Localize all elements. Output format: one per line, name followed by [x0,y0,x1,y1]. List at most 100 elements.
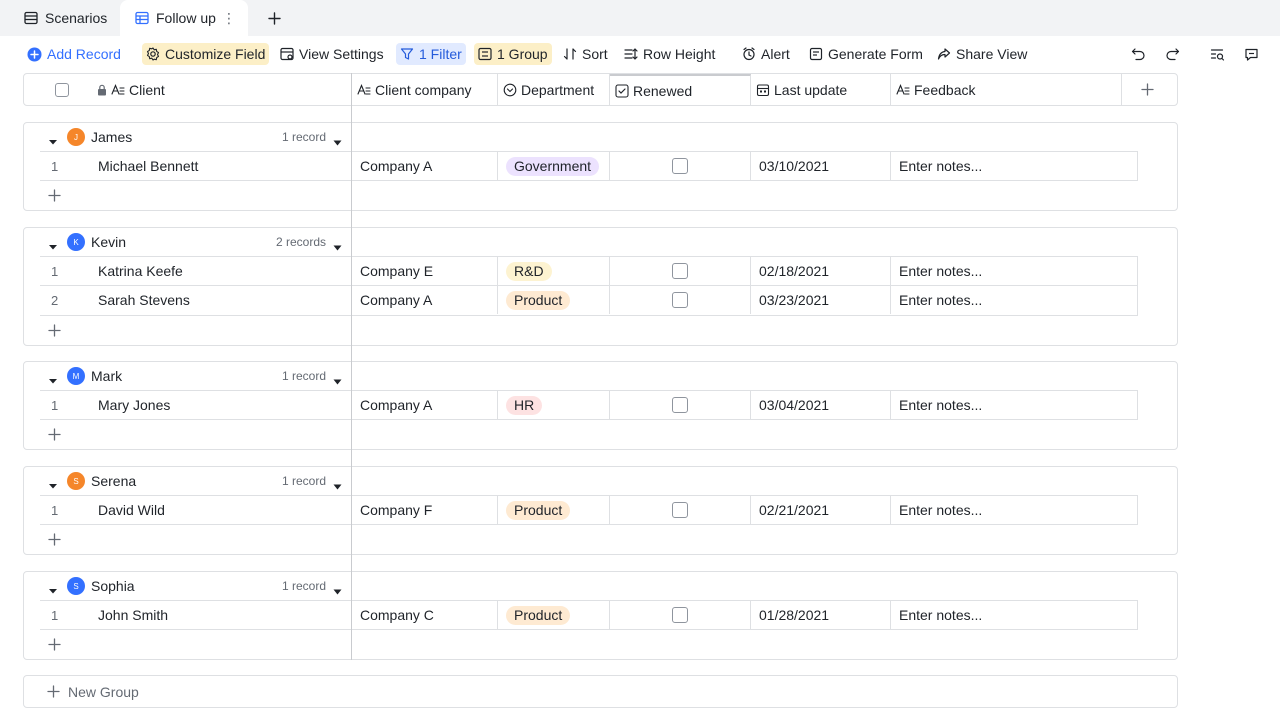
cell-client[interactable]: Michael Bennett [40,152,352,180]
column-header-last-update[interactable]: Last update [751,74,891,105]
cell-company[interactable]: Company A [352,152,498,180]
collapse-toggle[interactable] [48,478,58,493]
cell-client[interactable]: Katrina Keefe [40,257,352,285]
table-row[interactable]: 1 John Smith Company C Product 01/28/2021 Ent… [40,600,1138,630]
cell-feedback[interactable]: Enter notes... [891,496,1137,524]
add-column-button[interactable] [1122,74,1177,105]
cell-client[interactable]: Mary Jones [40,391,352,419]
cell-client[interactable]: John Smith [40,601,352,629]
add-record-button[interactable]: Add Record [23,43,125,65]
cell-date[interactable]: 02/18/2021 [751,257,891,285]
renewed-checkbox[interactable] [672,292,688,308]
cell-date[interactable]: 02/21/2021 [751,496,891,524]
cell-feedback[interactable]: Enter notes... [891,152,1137,180]
cell-company[interactable]: Company F [352,496,498,524]
undo-button[interactable] [1129,45,1147,63]
group-menu-button[interactable] [333,239,342,254]
alert-button[interactable]: Alert [738,43,794,65]
renewed-checkbox[interactable] [672,607,688,623]
filter-button[interactable]: 1 Filter [396,43,466,65]
collapse-toggle[interactable] [48,134,58,149]
renewed-checkbox[interactable] [672,397,688,413]
row-height-button[interactable]: Row Height [620,43,719,65]
comment-button[interactable] [1242,45,1260,63]
cell-department[interactable]: Government [498,152,610,180]
cell-feedback[interactable]: Enter notes... [891,391,1137,419]
add-row-button[interactable] [40,420,360,448]
table-row[interactable]: 1 Mary Jones Company A HR 03/04/2021 Enter no… [40,390,1138,420]
cell-department[interactable]: HR [498,391,610,419]
cell-renewed[interactable] [610,601,751,629]
cell-feedback[interactable]: Enter notes... [891,286,1137,314]
add-row-button[interactable] [40,630,360,658]
more-icon[interactable]: ⋮ [222,10,236,27]
search-button[interactable] [1208,45,1226,63]
cell-renewed[interactable] [610,391,751,419]
renewed-checkbox[interactable] [672,158,688,174]
cell-company[interactable]: Company C [352,601,498,629]
cell-department[interactable]: Product [498,496,610,524]
tab-scenarios[interactable]: Scenarios [10,0,118,36]
column-header-client-company[interactable]: Client company [352,74,498,105]
table-row[interactable]: 2 Sarah Stevens Company A Product 03/23/2021… [40,286,1138,316]
cell-client[interactable]: David Wild [40,496,352,524]
cell-client[interactable]: Sarah Stevens [40,286,352,314]
table-icon [24,11,38,25]
cell-department[interactable]: Product [498,286,610,314]
cell-company[interactable]: Company E [352,257,498,285]
table-row[interactable]: 1 Katrina Keefe Company E R&D 02/18/2021 Ente… [40,256,1138,286]
table-row[interactable]: 1 David Wild Company F Product 02/21/2021 Ent… [40,495,1138,525]
column-header-renewed[interactable]: Renewed [610,74,751,105]
group-header[interactable]: S Serena 1 record [24,467,1177,495]
table-row[interactable]: 1 Michael Bennett Company A Government 03/10… [40,151,1138,181]
view-settings-button[interactable]: View Settings [276,43,388,65]
cell-renewed[interactable] [610,286,751,314]
tab-follow-up[interactable]: Follow up ⋮ [120,0,248,36]
add-row-button[interactable] [40,181,360,209]
add-row-button[interactable] [40,525,360,553]
cell-renewed[interactable] [610,496,751,524]
cell-feedback[interactable]: Enter notes... [891,601,1137,629]
generate-form-button[interactable]: Generate Form [805,43,927,65]
cell-department[interactable]: Product [498,601,610,629]
group-header[interactable]: K Kevin 2 records [24,228,1177,256]
column-header-feedback[interactable]: Feedback [891,74,1122,105]
renewed-checkbox[interactable] [672,263,688,279]
column-header-client[interactable]: Client [94,74,352,105]
group-header[interactable]: M Mark 1 record [24,362,1177,390]
cell-renewed[interactable] [610,152,751,180]
plus-icon [48,189,61,202]
group-button[interactable]: 1 Group [474,43,552,65]
renewed-checkbox[interactable] [672,502,688,518]
add-row-button[interactable] [40,316,360,344]
gear-icon [146,47,160,61]
cell-date[interactable]: 03/23/2021 [751,286,891,314]
group-header[interactable]: S Sophia 1 record [24,572,1177,600]
group-menu-button[interactable] [333,373,342,388]
cell-company[interactable]: Company A [352,391,498,419]
select-all-checkbox[interactable] [54,82,69,97]
column-header-department[interactable]: Department [498,74,610,105]
group-header[interactable]: J James 1 record [24,123,1177,151]
new-group-button[interactable]: New Group [23,675,1178,708]
cell-department[interactable]: R&D [498,257,610,285]
collapse-toggle[interactable] [48,239,58,254]
collapse-toggle[interactable] [48,373,58,388]
cell-date[interactable]: 03/04/2021 [751,391,891,419]
group-menu-button[interactable] [333,134,342,149]
add-tab-button[interactable] [264,8,284,28]
group-menu-button[interactable] [333,583,342,598]
collapse-toggle[interactable] [48,583,58,598]
cell-date[interactable]: 01/28/2021 [751,601,891,629]
cell-company[interactable]: Company A [352,286,498,314]
customize-field-button[interactable]: Customize Field [142,43,270,65]
select-all-cell[interactable] [24,74,99,105]
cell-renewed[interactable] [610,257,751,285]
cell-date[interactable]: 03/10/2021 [751,152,891,180]
cell-feedback[interactable]: Enter notes... [891,257,1137,285]
redo-button[interactable] [1163,45,1181,63]
sort-button[interactable]: Sort [559,43,612,65]
group-menu-button[interactable] [333,478,342,493]
share-view-button[interactable]: Share View [933,43,1031,65]
single-select-icon [503,83,517,96]
